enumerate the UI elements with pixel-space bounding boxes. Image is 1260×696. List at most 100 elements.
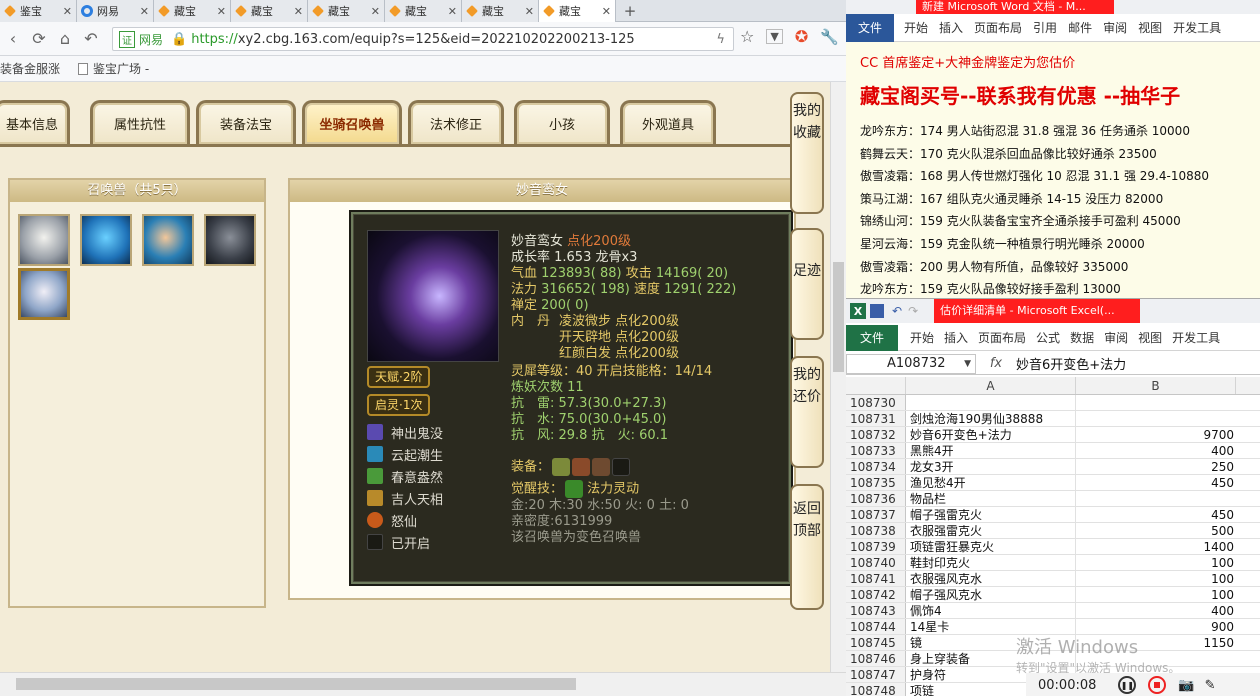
cell-a[interactable]: 帽子强雷克火 — [906, 507, 1076, 522]
cell-b[interactable] — [1076, 411, 1236, 426]
cell-b[interactable]: 900 — [1076, 619, 1236, 634]
row-number[interactable]: 108734 — [846, 459, 906, 474]
word-file-tab[interactable]: 文件 — [846, 13, 894, 42]
fx-icon[interactable]: fx — [976, 356, 1016, 371]
cell-b[interactable]: 100 — [1076, 587, 1236, 602]
cell-b[interactable]: 250 — [1076, 459, 1236, 474]
excel-file-tab[interactable]: 文件 — [846, 324, 898, 351]
skill-2[interactable]: 云起潮生 — [367, 444, 443, 464]
row-number[interactable]: 108741 — [846, 571, 906, 586]
my-offers-button[interactable]: 我的还价 — [790, 356, 824, 468]
row-number[interactable]: 108731 — [846, 411, 906, 426]
stop-icon[interactable] — [1148, 676, 1167, 694]
bookmark-2[interactable]: 鉴宝广场 - — [78, 60, 149, 77]
excel-tab-view[interactable]: 视图 — [1138, 329, 1162, 346]
browser-tab-7[interactable]: 藏宝 ✕ — [462, 0, 539, 22]
pet-thumb-5-selected[interactable] — [18, 268, 70, 320]
skill-6[interactable]: 已开启 — [367, 532, 430, 552]
chevron-down-icon[interactable]: ▼ — [766, 29, 783, 44]
row-number[interactable]: 108746 — [846, 651, 906, 666]
skill-1[interactable]: 神出鬼没 — [367, 422, 443, 442]
tab-basic-info[interactable]: 基本信息 — [0, 100, 70, 144]
chevron-down-icon[interactable]: ▼ — [964, 355, 971, 373]
row-number[interactable]: 108744 — [846, 619, 906, 634]
tab-close-icon[interactable]: ✕ — [294, 5, 303, 18]
row-number[interactable]: 108735 — [846, 475, 906, 490]
cell-a[interactable]: 渔见愁4开 — [906, 475, 1076, 490]
cell-a[interactable]: 鞋封印克火 — [906, 555, 1076, 570]
page-horizontal-scrollbar[interactable] — [0, 672, 846, 696]
skill-5[interactable]: 怒仙 — [367, 510, 417, 530]
pet-thumb-2[interactable] — [80, 214, 132, 266]
cell-b[interactable] — [1076, 395, 1236, 410]
home-icon[interactable]: ⌂ — [52, 26, 78, 52]
pet-thumb-4[interactable] — [204, 214, 256, 266]
equip-slot-1[interactable] — [552, 458, 571, 476]
refresh-icon[interactable]: ⟳ — [26, 26, 52, 52]
word-tab-layout[interactable]: 页面布局 — [974, 19, 1022, 36]
row-number[interactable]: 108740 — [846, 555, 906, 570]
browser-tab-3[interactable]: 藏宝 ✕ — [154, 0, 231, 22]
cell-a[interactable]: 佩饰4 — [906, 603, 1076, 618]
cell-b[interactable] — [1076, 491, 1236, 506]
tab-equipment[interactable]: 装备法宝 — [196, 100, 296, 144]
scrollbar-thumb[interactable] — [16, 678, 576, 690]
cell-a[interactable]: 黑熊4开 — [906, 443, 1076, 458]
column-header-b[interactable]: B — [1076, 377, 1236, 394]
cell-a[interactable] — [906, 395, 1076, 410]
cell-b[interactable]: 1400 — [1076, 539, 1236, 554]
cell-a[interactable]: 妙音6开变色+法力 — [906, 427, 1076, 442]
wrench-icon[interactable]: 🔧 — [820, 28, 839, 46]
excel-tab-insert[interactable]: 插入 — [944, 329, 968, 346]
browser-tab-5[interactable]: 藏宝 ✕ — [308, 0, 385, 22]
row-number[interactable]: 108739 — [846, 539, 906, 554]
cell-b[interactable]: 500 — [1076, 523, 1236, 538]
word-tab-mailings[interactable]: 邮件 — [1068, 19, 1092, 36]
camera-icon[interactable]: 📷 — [1178, 678, 1194, 693]
excel-tab-layout[interactable]: 页面布局 — [978, 329, 1026, 346]
browser-tab-1[interactable]: 鉴宝 ✕ — [0, 0, 77, 22]
tab-close-icon[interactable]: ✕ — [525, 5, 534, 18]
word-tab-developer[interactable]: 开发工具 — [1173, 19, 1221, 36]
excel-tab-home[interactable]: 开始 — [910, 329, 934, 346]
cell-a[interactable]: 14星卡 — [906, 619, 1076, 634]
save-icon[interactable] — [870, 304, 884, 318]
word-tab-insert[interactable]: 插入 — [939, 19, 963, 36]
excel-tab-data[interactable]: 数据 — [1070, 329, 1094, 346]
pet-thumb-1[interactable] — [18, 214, 70, 266]
cell-a[interactable]: 剑烛沧海190男仙38888 — [906, 411, 1076, 426]
corner-cell[interactable] — [846, 377, 906, 394]
row-number[interactable]: 108737 — [846, 507, 906, 522]
back-icon[interactable]: ‹ — [0, 26, 26, 52]
equip-slot-4[interactable] — [612, 458, 631, 476]
back-to-top-button[interactable]: 返回顶部 — [790, 484, 824, 610]
lightning-icon[interactable]: ϟ — [716, 32, 725, 47]
tab-close-icon[interactable]: ✕ — [217, 5, 226, 18]
row-number[interactable]: 108743 — [846, 603, 906, 618]
cell-b[interactable]: 100 — [1076, 555, 1236, 570]
equip-slot-3[interactable] — [592, 458, 611, 476]
page-vertical-scrollbar[interactable] — [830, 82, 846, 672]
row-number[interactable]: 108736 — [846, 491, 906, 506]
undo-icon[interactable]: ↶ — [78, 26, 104, 52]
cell-b[interactable]: 450 — [1076, 507, 1236, 522]
tab-appearance[interactable]: 外观道具 — [620, 100, 716, 144]
browser-tab-2[interactable]: 网易 ✕ — [77, 0, 154, 22]
pen-icon[interactable]: ✎ — [1205, 678, 1216, 693]
row-number[interactable]: 108742 — [846, 587, 906, 602]
cell-b[interactable]: 9700 — [1076, 427, 1236, 442]
cell-a[interactable]: 衣服强雷克火 — [906, 523, 1076, 538]
word-tab-review[interactable]: 审阅 — [1103, 19, 1127, 36]
tab-attributes[interactable]: 属性抗性 — [90, 100, 190, 144]
pause-icon[interactable]: ❚❚ — [1118, 676, 1137, 694]
new-tab-button[interactable]: + — [616, 0, 644, 22]
row-number[interactable]: 108747 — [846, 667, 906, 682]
row-number[interactable]: 108730 — [846, 395, 906, 410]
row-number[interactable]: 108733 — [846, 443, 906, 458]
skill-3[interactable]: 春意盎然 — [367, 466, 443, 486]
cell-b[interactable]: 400 — [1076, 603, 1236, 618]
my-favorites-button[interactable]: 我的收藏 — [790, 92, 824, 214]
row-number[interactable]: 108738 — [846, 523, 906, 538]
undo-icon[interactable]: ↶ — [892, 304, 902, 318]
word-tab-view[interactable]: 视图 — [1138, 19, 1162, 36]
